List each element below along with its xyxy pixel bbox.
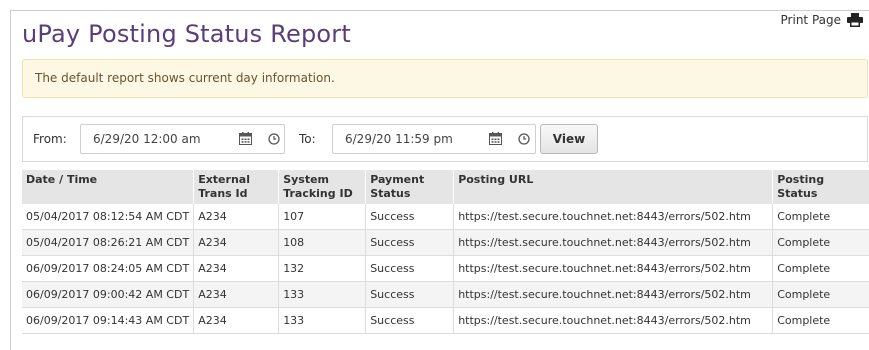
cell-posting-status: Complete: [772, 307, 869, 334]
cell-posting-url: https://test.secure.touchnet.net:8443/er…: [453, 307, 774, 334]
cell-system-tracking-id: 133: [278, 307, 367, 334]
from-datetime-field[interactable]: 6/29/20 12:00 am: [80, 124, 285, 154]
cell-date-time: 06/09/2017 09:00:42 AM CDT: [22, 281, 195, 308]
cell-date-time: 06/09/2017 09:14:43 AM CDT: [22, 307, 195, 334]
cell-system-tracking-id: 107: [278, 204, 367, 230]
column-header-posting-status: Posting Status: [772, 170, 869, 204]
posting-status-table: Date / Time External Trans Id System Tra…: [22, 170, 869, 334]
column-header-external-trans-id: External Trans Id: [193, 170, 280, 204]
page-title: uPay Posting Status Report: [22, 20, 351, 48]
table-header-row: Date / Time External Trans Id System Tra…: [22, 170, 869, 204]
print-page-label: Print Page: [780, 13, 841, 27]
cell-payment-status: Success: [365, 255, 455, 282]
column-header-posting-url: Posting URL: [453, 170, 774, 204]
cell-payment-status: Success: [365, 229, 455, 256]
column-header-date-time: Date / Time: [22, 170, 195, 204]
table-row: 05/04/2017 08:26:21 AM CDT A234 108 Succ…: [22, 229, 869, 256]
table-row: 06/09/2017 08:24:05 AM CDT A234 132 Succ…: [22, 255, 869, 282]
printer-icon: [847, 13, 863, 27]
cell-posting-url: https://test.secure.touchnet.net:8443/er…: [453, 229, 774, 256]
table-row: 06/09/2017 09:00:42 AM CDT A234 133 Succ…: [22, 281, 869, 308]
cell-system-tracking-id: 133: [278, 281, 367, 308]
print-page-link[interactable]: Print Page: [781, 13, 863, 27]
table-row: 06/09/2017 09:14:43 AM CDT A234 133 Succ…: [22, 307, 869, 334]
cell-payment-status: Success: [365, 281, 455, 308]
cell-posting-status: Complete: [772, 204, 869, 230]
table-row: 05/04/2017 08:12:54 AM CDT A234 107 Succ…: [22, 204, 869, 230]
calendar-icon[interactable]: [489, 132, 502, 145]
cell-external-trans-id: A234: [193, 255, 280, 282]
cell-system-tracking-id: 132: [278, 255, 367, 282]
from-datetime-value[interactable]: 6/29/20 12:00 am: [93, 132, 201, 146]
cell-posting-url: https://test.secure.touchnet.net:8443/er…: [453, 204, 774, 230]
notice-text: The default report shows current day inf…: [35, 71, 335, 85]
cell-external-trans-id: A234: [193, 281, 280, 308]
cell-posting-status: Complete: [772, 229, 869, 256]
cell-system-tracking-id: 108: [278, 229, 367, 256]
cell-payment-status: Success: [365, 204, 455, 230]
calendar-icon[interactable]: [239, 132, 252, 145]
column-header-payment-status: Payment Status: [365, 170, 455, 204]
cell-posting-status: Complete: [772, 281, 869, 308]
cell-posting-status: Complete: [772, 255, 869, 282]
cell-external-trans-id: A234: [193, 204, 280, 230]
to-label: To:: [299, 132, 316, 146]
to-datetime-field[interactable]: 6/29/20 11:59 pm: [332, 124, 536, 154]
clock-icon[interactable]: [518, 133, 530, 145]
cell-external-trans-id: A234: [193, 229, 280, 256]
cell-date-time: 06/09/2017 08:24:05 AM CDT: [22, 255, 195, 282]
clock-icon[interactable]: [268, 133, 280, 145]
notice-banner: The default report shows current day inf…: [22, 59, 868, 98]
date-filter-bar: From: 6/29/20 12:00 am To: 6/29/20 11:59…: [22, 116, 868, 162]
cell-posting-url: https://test.secure.touchnet.net:8443/er…: [453, 255, 774, 282]
cell-external-trans-id: A234: [193, 307, 280, 334]
cell-payment-status: Success: [365, 307, 455, 334]
cell-date-time: 05/04/2017 08:26:21 AM CDT: [22, 229, 195, 256]
cell-posting-url: https://test.secure.touchnet.net:8443/er…: [453, 281, 774, 308]
to-datetime-value[interactable]: 6/29/20 11:59 pm: [345, 132, 453, 146]
view-button[interactable]: View: [540, 124, 598, 154]
cell-date-time: 05/04/2017 08:12:54 AM CDT: [22, 204, 195, 230]
column-header-system-tracking-id: System Tracking ID: [278, 170, 367, 204]
from-label: From:: [33, 132, 67, 146]
